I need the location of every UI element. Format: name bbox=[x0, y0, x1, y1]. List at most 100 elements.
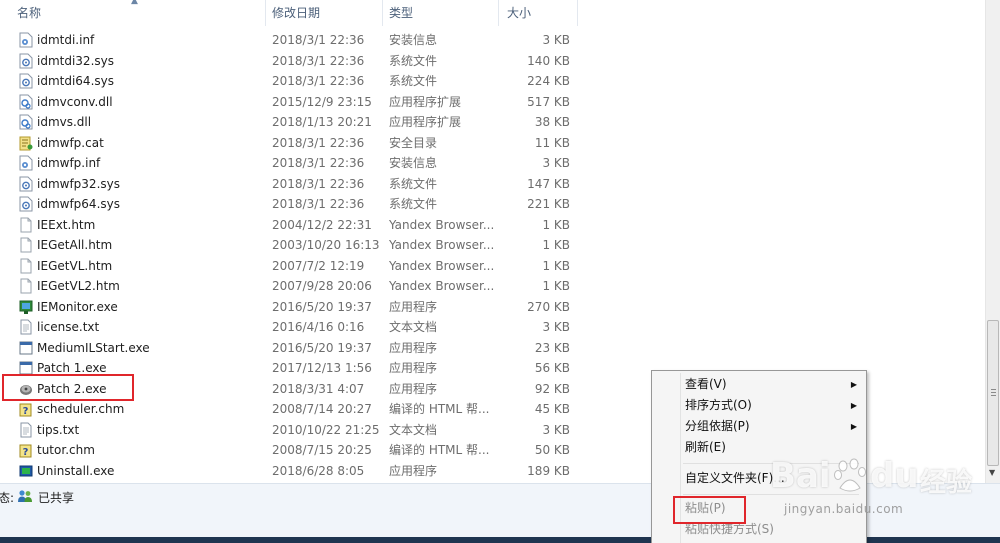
text-file-icon bbox=[19, 319, 33, 335]
grip-line bbox=[991, 395, 996, 396]
chm-help-icon: ? bbox=[19, 442, 33, 458]
sort-up-icon: ▲ bbox=[131, 0, 138, 6]
file-date: 2018/3/1 22:36 bbox=[272, 74, 365, 88]
file-name: IEGetVL2.htm bbox=[37, 279, 120, 293]
menu-item-view[interactable]: 查看(V) ▶ bbox=[655, 374, 863, 395]
file-type: 应用程序扩展 bbox=[389, 95, 462, 109]
file-name: IEGetVL.htm bbox=[37, 259, 113, 273]
file-size: 1 KB bbox=[542, 259, 570, 273]
file-type: 文本文档 bbox=[389, 423, 438, 437]
file-type: 安装信息 bbox=[389, 156, 438, 170]
file-type: 应用程序 bbox=[389, 464, 438, 478]
svg-text:?: ? bbox=[23, 406, 29, 417]
column-type[interactable]: 类型 bbox=[389, 0, 413, 26]
file-name: idmwfp.inf bbox=[37, 156, 101, 170]
file-row[interactable]: IEGetAll.htm 2003/10/20 16:13 Yandex Brows… bbox=[0, 235, 985, 255]
column-divider[interactable] bbox=[577, 0, 578, 26]
file-size: 11 KB bbox=[534, 136, 570, 150]
column-date[interactable]: 修改日期 bbox=[272, 0, 320, 26]
file-size: 45 KB bbox=[534, 402, 570, 416]
file-date: 2018/3/31 4:07 bbox=[272, 382, 365, 396]
file-row[interactable]: idmwfp64.sys 2018/3/1 22:36 系统文件 221 KB bbox=[0, 194, 985, 214]
file-size: 3 KB bbox=[542, 33, 570, 47]
file-row[interactable]: IEGetVL2.htm 2007/9/28 20:06 Yandex Browse… bbox=[0, 276, 985, 296]
menu-item-label: 刷新(E) bbox=[685, 440, 726, 454]
menu-item-group-by[interactable]: 分组依据(P) ▶ bbox=[655, 416, 863, 437]
column-divider[interactable] bbox=[498, 0, 499, 26]
column-divider[interactable] bbox=[265, 0, 266, 26]
file-row[interactable]: IEExt.htm 2004/12/2 22:31 Yandex Browser..… bbox=[0, 215, 985, 235]
file-name: tips.txt bbox=[37, 423, 80, 437]
file-row[interactable]: idmvconv.dll 2015/12/9 23:15 应用程序扩展 517 KB bbox=[0, 92, 985, 112]
file-size: 1 KB bbox=[542, 218, 570, 232]
submenu-arrow-icon: ▶ bbox=[850, 380, 857, 389]
svg-text:?: ? bbox=[23, 447, 29, 458]
menu-item-refresh[interactable]: 刷新(E) bbox=[655, 437, 863, 458]
file-name: MediumILStart.exe bbox=[37, 341, 150, 355]
file-type: 系统文件 bbox=[389, 74, 438, 88]
menu-item-label: 自定义文件夹(F)... bbox=[685, 471, 785, 485]
file-date: 2016/5/20 19:37 bbox=[272, 341, 372, 355]
file-size: 23 KB bbox=[534, 341, 570, 355]
menu-separator bbox=[683, 494, 859, 495]
menu-item-sort-by[interactable]: 排序方式(O) ▶ bbox=[655, 395, 863, 416]
file-row[interactable]: IEMonitor.exe 2016/5/20 19:37 应用程序 270 KB bbox=[0, 297, 985, 317]
file-date: 2008/7/14 20:27 bbox=[272, 402, 372, 416]
column-name[interactable]: 名称 bbox=[17, 0, 41, 26]
file-row[interactable]: idmtdi.inf 2018/3/1 22:36 安装信息 3 KB bbox=[0, 30, 985, 50]
file-type: 应用程序 bbox=[389, 382, 438, 396]
scrollbar-thumb[interactable] bbox=[987, 320, 999, 466]
file-size: 270 KB bbox=[527, 300, 570, 314]
file-type: 应用程序 bbox=[389, 300, 438, 314]
file-size: 3 KB bbox=[542, 423, 570, 437]
menu-item-customize-folder[interactable]: 自定义文件夹(F)... bbox=[655, 468, 863, 489]
file-date: 2007/7/2 12:19 bbox=[272, 259, 365, 273]
dll-file-icon bbox=[19, 94, 33, 110]
file-date: 2008/7/15 20:25 bbox=[272, 443, 372, 457]
chm-help-icon: ? bbox=[19, 401, 33, 417]
html-file-icon bbox=[19, 258, 33, 274]
file-name: IEMonitor.exe bbox=[37, 300, 118, 314]
file-date: 2018/3/1 22:36 bbox=[272, 136, 365, 150]
file-row[interactable]: idmtdi32.sys 2018/3/1 22:36 系统文件 140 KB bbox=[0, 51, 985, 71]
file-row[interactable]: idmwfp.cat 2018/3/1 22:36 安全目录 11 KB bbox=[0, 133, 985, 153]
vertical-scrollbar[interactable]: ▼ bbox=[985, 0, 1000, 483]
file-name: IEGetAll.htm bbox=[37, 238, 113, 252]
highlight-box-paste bbox=[673, 496, 746, 524]
file-row[interactable]: idmtdi64.sys 2018/3/1 22:36 系统文件 224 KB bbox=[0, 71, 985, 91]
file-name: idmtdi.inf bbox=[37, 33, 95, 47]
menu-item-label: 排序方式(O) bbox=[685, 398, 752, 412]
file-size: 140 KB bbox=[527, 54, 570, 68]
file-name: idmwfp64.sys bbox=[37, 197, 120, 211]
file-row[interactable]: MediumILStart.exe 2016/5/20 19:37 应用程序 23 K… bbox=[0, 338, 985, 358]
file-row[interactable]: license.txt 2016/4/16 0:16 文本文档 3 KB bbox=[0, 317, 985, 337]
column-header: 名称 ▲ 修改日期 类型 大小 bbox=[0, 0, 985, 26]
file-type: Yandex Browser... bbox=[389, 279, 494, 293]
column-divider[interactable] bbox=[382, 0, 383, 26]
file-date: 2018/3/1 22:36 bbox=[272, 54, 365, 68]
file-date: 2018/3/1 22:36 bbox=[272, 197, 365, 211]
file-type: 安全目录 bbox=[389, 136, 438, 150]
file-date: 2018/3/1 22:36 bbox=[272, 177, 365, 191]
file-date: 2018/6/28 8:05 bbox=[272, 464, 365, 478]
file-type: Yandex Browser... bbox=[389, 259, 494, 273]
file-type: 系统文件 bbox=[389, 197, 438, 211]
column-size[interactable]: 大小 bbox=[507, 0, 531, 26]
file-date: 2018/3/1 22:36 bbox=[272, 33, 365, 47]
file-type: 应用程序 bbox=[389, 341, 438, 355]
file-row[interactable]: IEGetVL.htm 2007/7/2 12:19 Yandex Browser.… bbox=[0, 256, 985, 276]
system-file-icon bbox=[19, 53, 33, 69]
file-date: 2016/4/16 0:16 bbox=[272, 320, 365, 334]
file-row[interactable]: idmvs.dll 2018/1/13 20:21 应用程序扩展 38 KB bbox=[0, 112, 985, 132]
file-date: 2015/12/9 23:15 bbox=[272, 95, 372, 109]
file-row[interactable]: idmwfp.inf 2018/3/1 22:36 安装信息 3 KB bbox=[0, 153, 985, 173]
status-label: 态: bbox=[0, 491, 15, 505]
file-row[interactable]: idmwfp32.sys 2018/3/1 22:36 系统文件 147 KB bbox=[0, 174, 985, 194]
monitor-app-icon bbox=[19, 299, 33, 315]
file-name: idmtdi32.sys bbox=[37, 54, 114, 68]
grip-line bbox=[991, 392, 996, 393]
scroll-down-arrow-icon[interactable]: ▼ bbox=[989, 468, 995, 477]
file-size: 224 KB bbox=[527, 74, 570, 88]
file-name: license.txt bbox=[37, 320, 100, 334]
file-name: idmvs.dll bbox=[37, 115, 92, 129]
